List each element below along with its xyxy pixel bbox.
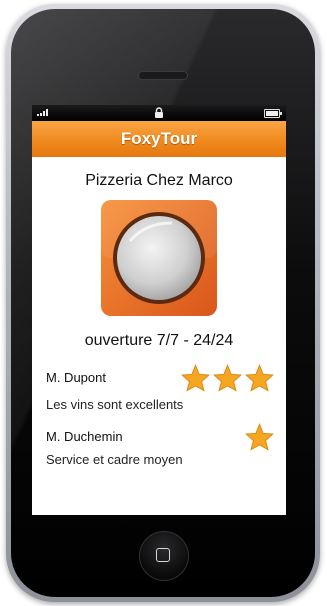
rating-stars xyxy=(245,423,274,451)
review-comment: Les vins sont excellents xyxy=(46,397,184,412)
lock-icon xyxy=(155,107,163,118)
app-title-bar: FoxyTour xyxy=(32,121,286,157)
review-item: M. Dupont Les vins sont excellents xyxy=(32,364,286,412)
battery-icon xyxy=(264,109,282,118)
signal-icon xyxy=(37,109,48,116)
star-icon xyxy=(245,423,274,451)
review-item: M. Duchemin Service et cadre moyen xyxy=(32,423,286,467)
star-icon xyxy=(213,364,242,392)
review-author: M. Duchemin xyxy=(46,429,123,444)
screen: FoxyTour Pizzeria Chez Marco ouverture 7… xyxy=(32,105,286,515)
star-icon xyxy=(181,364,210,392)
review-comment: Service et cadre moyen xyxy=(46,452,183,467)
restaurant-name: Pizzeria Chez Marco xyxy=(85,172,233,189)
plate-icon[interactable] xyxy=(100,199,218,317)
status-bar xyxy=(32,105,286,121)
opening-hours: ouverture 7/7 - 24/24 xyxy=(84,332,234,349)
home-button[interactable] xyxy=(139,531,189,581)
rating-stars xyxy=(181,364,274,392)
home-square-icon xyxy=(156,548,170,562)
phone-frame: FoxyTour Pizzeria Chez Marco ouverture 7… xyxy=(6,4,320,602)
speaker-grille xyxy=(138,71,188,80)
star-icon xyxy=(245,364,274,392)
